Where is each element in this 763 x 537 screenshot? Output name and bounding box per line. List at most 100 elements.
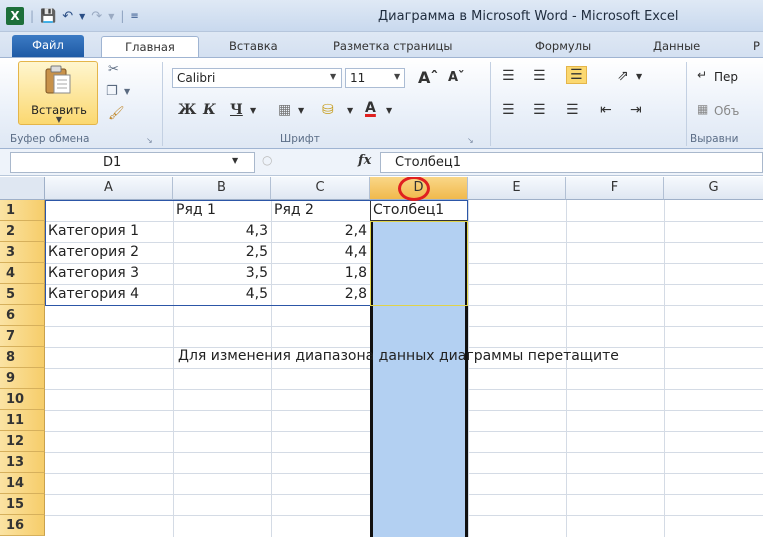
row-header-8[interactable]: 8 xyxy=(0,347,45,368)
cell-b4[interactable]: 3,5 xyxy=(173,263,271,284)
font-name-box[interactable]: Calibri xyxy=(172,68,342,88)
save-icon[interactable]: 💾 xyxy=(40,9,56,24)
paste-dropdown-icon[interactable]: ▼ xyxy=(19,115,99,124)
cell-c3[interactable]: 4,4 xyxy=(271,242,370,263)
tab-data[interactable]: Данные xyxy=(653,36,700,58)
excel-logo-icon[interactable]: X xyxy=(6,7,24,25)
row-header-3[interactable]: 3 xyxy=(0,242,45,263)
formula-bar-handle-icon[interactable]: ○ xyxy=(262,153,272,167)
insert-function-icon[interactable]: fx xyxy=(358,153,371,168)
row-header-7[interactable]: 7 xyxy=(0,326,45,347)
clipboard-group-label: Буфер обмена xyxy=(10,133,90,145)
group-separator xyxy=(686,62,687,146)
orientation-dropdown-icon[interactable]: ▼ xyxy=(636,72,642,81)
cell-b1[interactable]: Ряд 1 xyxy=(173,200,271,221)
column-header-c[interactable]: C xyxy=(271,177,370,200)
wrap-text-label[interactable]: Пер xyxy=(714,70,738,84)
align-center-icon[interactable]: ☰ xyxy=(533,102,546,118)
format-painter-icon[interactable]: 🖌 xyxy=(108,106,125,121)
underline-dropdown-icon[interactable]: ▼ xyxy=(250,106,256,115)
cell-a2[interactable]: Категория 1 xyxy=(45,221,173,242)
font-name-dropdown-icon[interactable]: ▼ xyxy=(330,72,336,81)
merge-center-icon[interactable]: ▦ xyxy=(697,102,708,116)
fill-color-dropdown-icon[interactable]: ▼ xyxy=(347,106,353,115)
copy-dropdown-icon[interactable]: ▼ xyxy=(124,87,130,96)
undo-icon[interactable]: ↶ xyxy=(62,9,73,24)
row-header-16[interactable]: 16 xyxy=(0,515,45,536)
tab-home[interactable]: Главная xyxy=(101,36,199,59)
name-box[interactable]: D1 xyxy=(10,152,255,173)
cell-a4[interactable]: Категория 3 xyxy=(45,263,173,284)
align-left-icon[interactable]: ☰ xyxy=(502,102,515,118)
row-header-13[interactable]: 13 xyxy=(0,452,45,473)
cell-b3[interactable]: 2,5 xyxy=(173,242,271,263)
row-header-1[interactable]: 1 xyxy=(0,200,45,221)
cut-icon[interactable]: ✂ xyxy=(108,62,119,77)
cell-c5[interactable]: 2,8 xyxy=(271,284,370,305)
redo-dropdown-icon[interactable]: ▼ xyxy=(108,12,114,21)
align-bottom-icon[interactable]: ☰ xyxy=(566,66,587,84)
highlight-circle-annotation xyxy=(398,177,430,201)
clipboard-launcher-icon[interactable]: ↘ xyxy=(146,136,153,145)
column-header-a[interactable]: A xyxy=(45,177,173,200)
row-header-9[interactable]: 9 xyxy=(0,368,45,389)
align-top-icon[interactable]: ☰ xyxy=(502,68,515,84)
tab-formulas[interactable]: Формулы xyxy=(535,36,591,58)
row-header-11[interactable]: 11 xyxy=(0,410,45,431)
row-header-2[interactable]: 2 xyxy=(0,221,45,242)
formula-input[interactable]: Столбец1 xyxy=(380,152,763,173)
cell-a5[interactable]: Категория 4 xyxy=(45,284,173,305)
align-middle-icon[interactable]: ☰ xyxy=(533,68,546,84)
cell-a3[interactable]: Категория 2 xyxy=(45,242,173,263)
increase-indent-icon[interactable]: ⇥ xyxy=(630,102,642,118)
column-header-e[interactable]: E xyxy=(468,177,566,200)
wrap-text-icon[interactable]: ↵ xyxy=(697,68,707,82)
cell-b5[interactable]: 4,5 xyxy=(173,284,271,305)
font-launcher-icon[interactable]: ↘ xyxy=(467,136,474,145)
orientation-icon[interactable]: ⇗ xyxy=(617,68,629,84)
row-header-6[interactable]: 6 xyxy=(0,305,45,326)
cell-c1[interactable]: Ряд 2 xyxy=(271,200,370,221)
qat-separator: | xyxy=(30,9,35,23)
name-box-dropdown-icon[interactable]: ▼ xyxy=(232,156,238,165)
italic-button[interactable]: К xyxy=(203,102,216,118)
tab-file[interactable]: Файл xyxy=(12,35,84,57)
copy-icon[interactable]: ❐ xyxy=(106,84,118,99)
shrink-font-icon[interactable]: Aˇ xyxy=(448,70,465,85)
borders-icon[interactable]: ▦ xyxy=(278,102,291,118)
row-header-5[interactable]: 5 xyxy=(0,284,45,305)
cell-c4[interactable]: 1,8 xyxy=(271,263,370,284)
undo-dropdown-icon[interactable]: ▼ xyxy=(79,12,85,21)
font-color-icon[interactable]: A xyxy=(365,100,376,116)
font-size-dropdown-icon[interactable]: ▼ xyxy=(394,72,400,81)
row-header-14[interactable]: 14 xyxy=(0,473,45,494)
tab-insert[interactable]: Вставка xyxy=(229,36,278,58)
column-header-g[interactable]: G xyxy=(664,177,763,200)
borders-dropdown-icon[interactable]: ▼ xyxy=(298,106,304,115)
bold-button[interactable]: Ж xyxy=(178,102,196,118)
select-all-button[interactable] xyxy=(0,177,45,200)
tab-review[interactable]: Р xyxy=(753,36,760,58)
cell-b2[interactable]: 4,3 xyxy=(173,221,271,242)
font-color-dropdown-icon[interactable]: ▼ xyxy=(386,106,392,115)
row-header-15[interactable]: 15 xyxy=(0,494,45,515)
cell-b8-note[interactable]: Для изменения диапазона данных диаграммы… xyxy=(178,348,619,364)
row-header-10[interactable]: 10 xyxy=(0,389,45,410)
tab-page-layout[interactable]: Разметка страницы xyxy=(333,36,452,58)
formula-bar: D1 ▼ ○ fx Столбец1 xyxy=(0,149,763,176)
decrease-indent-icon[interactable]: ⇤ xyxy=(600,102,612,118)
column-header-f[interactable]: F xyxy=(566,177,664,200)
fill-color-icon[interactable]: ⛁ xyxy=(322,102,334,118)
align-right-icon[interactable]: ☰ xyxy=(566,102,579,118)
paste-button[interactable]: Вставить ▼ xyxy=(18,61,98,125)
cell-c2[interactable]: 2,4 xyxy=(271,221,370,242)
merge-center-label[interactable]: Объ xyxy=(714,104,739,118)
redo-icon[interactable]: ↷ xyxy=(91,9,102,24)
cell-d1[interactable]: Столбец1 xyxy=(370,200,474,221)
underline-button[interactable]: Ч xyxy=(230,102,243,118)
row-header-12[interactable]: 12 xyxy=(0,431,45,452)
grow-font-icon[interactable]: Aˆ xyxy=(418,68,438,87)
row-header-4[interactable]: 4 xyxy=(0,263,45,284)
column-header-b[interactable]: B xyxy=(173,177,271,200)
customize-qat-icon[interactable]: ≡ xyxy=(130,11,138,22)
